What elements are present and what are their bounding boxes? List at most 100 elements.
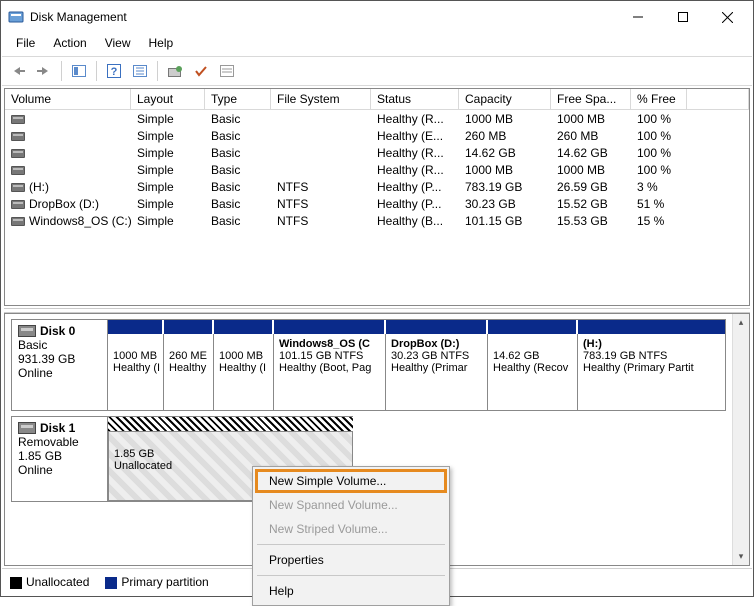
cell-status: Healthy (B... (371, 214, 459, 228)
swatch-black-icon (10, 577, 22, 589)
disk-state: Online (18, 366, 101, 380)
column-status[interactable]: Status (371, 89, 459, 110)
menu-view[interactable]: View (97, 34, 139, 52)
volume-row[interactable]: SimpleBasicHealthy (R...1000 MB1000 MB10… (5, 110, 749, 127)
volume-icon (11, 200, 25, 209)
column-empty (687, 89, 749, 110)
volume-row[interactable]: DropBox (D:)SimpleBasicNTFSHealthy (P...… (5, 195, 749, 212)
partition-size: 1000 MB (219, 350, 268, 362)
disk-row[interactable]: Disk 0Basic931.39 GBOnline 1000 MBHealth… (11, 319, 726, 411)
volume-name: (H:) (29, 180, 49, 194)
cell-status: Healthy (E... (371, 129, 459, 143)
column-percentfree[interactable]: % Free (631, 89, 687, 110)
list-view-button[interactable] (215, 60, 239, 82)
volume-row[interactable]: SimpleBasicHealthy (E...260 MB260 MB100 … (5, 127, 749, 144)
column-layout[interactable]: Layout (131, 89, 205, 110)
show-hide-console-tree-button[interactable] (67, 60, 91, 82)
svg-text:?: ? (111, 66, 118, 78)
volume-name: DropBox (D:) (29, 197, 99, 211)
partition[interactable]: 1000 MBHealthy (I (214, 334, 274, 410)
legend-primary: Primary partition (105, 575, 208, 589)
menu-file[interactable]: File (8, 34, 43, 52)
partition-status: Healthy (I (113, 362, 158, 374)
volume-icon (11, 217, 25, 226)
minimize-button[interactable] (615, 3, 660, 31)
toolbar: ? (2, 56, 752, 86)
cell-fs: NTFS (271, 180, 371, 194)
context-menu-item[interactable]: New Simple Volume... (255, 469, 447, 493)
partition-status: Healthy (Primar (391, 362, 482, 374)
partition[interactable]: (H:)783.19 GB NTFSHealthy (Primary Parti… (578, 334, 725, 410)
cell-free: 260 MB (551, 129, 631, 143)
volume-row[interactable]: SimpleBasicHealthy (R...14.62 GB14.62 GB… (5, 144, 749, 161)
cell-capacity: 783.19 GB (459, 180, 551, 194)
partition-status: Healthy (Primary Partit (583, 362, 720, 374)
cell-capacity: 30.23 GB (459, 197, 551, 211)
disk-state: Online (18, 463, 101, 477)
disk-name: Disk 1 (40, 421, 75, 435)
refresh-button[interactable] (163, 60, 187, 82)
partition-status: Healthy (169, 362, 208, 374)
context-menu-item: New Spanned Volume... (255, 493, 447, 517)
scroll-down-icon[interactable]: ▾ (733, 548, 749, 565)
partition-size: 1.85 GB (114, 448, 347, 460)
context-menu[interactable]: New Simple Volume...New Spanned Volume..… (252, 466, 450, 606)
cell-free: 26.59 GB (551, 180, 631, 194)
cell-status: Healthy (R... (371, 163, 459, 177)
scroll-up-icon[interactable]: ▴ (733, 314, 749, 331)
context-menu-item[interactable]: Help (255, 579, 447, 603)
close-button[interactable] (705, 3, 750, 31)
toolbar-separator (96, 61, 97, 81)
disk-icon (18, 325, 36, 337)
vertical-scrollbar[interactable]: ▴ ▾ (732, 314, 749, 565)
help-button[interactable]: ? (102, 60, 126, 82)
partition[interactable]: 1000 MBHealthy (I (108, 334, 164, 410)
cell-free: 14.62 GB (551, 146, 631, 160)
disk-name: Disk 0 (40, 324, 75, 338)
cell-pct: 100 % (631, 146, 687, 160)
cell-layout: Simple (131, 112, 205, 126)
menu-help[interactable]: Help (141, 34, 182, 52)
context-menu-separator (257, 575, 445, 576)
column-volume[interactable]: Volume (5, 89, 131, 110)
disk-label: Disk 1Removable1.85 GBOnline (12, 417, 108, 501)
cell-pct: 3 % (631, 180, 687, 194)
column-type[interactable]: Type (205, 89, 271, 110)
disk-color-bar (108, 320, 725, 334)
volume-row[interactable]: (H:)SimpleBasicNTFSHealthy (P...783.19 G… (5, 178, 749, 195)
cell-capacity: 260 MB (459, 129, 551, 143)
partition-name: (H:) (583, 338, 720, 350)
menu-action[interactable]: Action (45, 34, 94, 52)
cell-type: Basic (205, 163, 271, 177)
partition[interactable]: DropBox (D:)30.23 GB NTFSHealthy (Primar (386, 334, 488, 410)
volume-icon (11, 183, 25, 192)
disk-icon (18, 422, 36, 434)
settings-view-button[interactable] (128, 60, 152, 82)
toolbar-separator (61, 61, 62, 81)
context-menu-item[interactable]: Properties (255, 548, 447, 572)
partition-name: Windows8_OS (C (279, 338, 380, 350)
cell-type: Basic (205, 146, 271, 160)
volume-icon (11, 132, 25, 141)
maximize-button[interactable] (660, 3, 705, 31)
apply-button[interactable] (189, 60, 213, 82)
volume-row[interactable]: Windows8_OS (C:)SimpleBasicNTFSHealthy (… (5, 212, 749, 229)
cell-type: Basic (205, 180, 271, 194)
legend-unallocated: Unallocated (10, 575, 89, 589)
partition[interactable]: 14.62 GBHealthy (Recov (488, 334, 578, 410)
disk-color-bar (108, 417, 353, 431)
back-button[interactable] (6, 60, 30, 82)
forward-button[interactable] (32, 60, 56, 82)
cell-free: 1000 MB (551, 163, 631, 177)
cell-layout: Simple (131, 163, 205, 177)
partition[interactable]: Windows8_OS (C101.15 GB NTFSHealthy (Boo… (274, 334, 386, 410)
cell-type: Basic (205, 197, 271, 211)
column-capacity[interactable]: Capacity (459, 89, 551, 110)
partition-status: Healthy (Recov (493, 362, 572, 374)
cell-layout: Simple (131, 197, 205, 211)
volume-row[interactable]: SimpleBasicHealthy (R...1000 MB1000 MB10… (5, 161, 749, 178)
column-freespace[interactable]: Free Spa... (551, 89, 631, 110)
column-filesystem[interactable]: File System (271, 89, 371, 110)
volume-list[interactable]: Volume Layout Type File System Status Ca… (4, 88, 750, 306)
partition[interactable]: 260 MEHealthy (164, 334, 214, 410)
